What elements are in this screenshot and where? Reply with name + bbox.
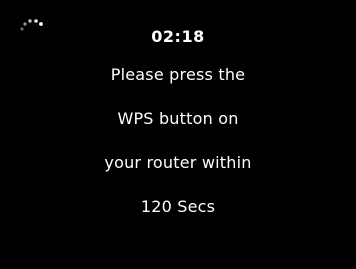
countdown-timer: 02:18 — [151, 27, 205, 46]
wps-setup-screen: 02:18 Please press the WPS button on you… — [0, 0, 356, 269]
instruction-line-4: 120 Secs — [140, 197, 216, 216]
instruction-line-3: your router within — [104, 153, 252, 172]
wps-instruction-text: Please press the WPS button on your rout… — [0, 64, 356, 240]
instruction-line-1: Please press the — [110, 65, 246, 84]
instruction-line-2: WPS button on — [117, 109, 239, 128]
